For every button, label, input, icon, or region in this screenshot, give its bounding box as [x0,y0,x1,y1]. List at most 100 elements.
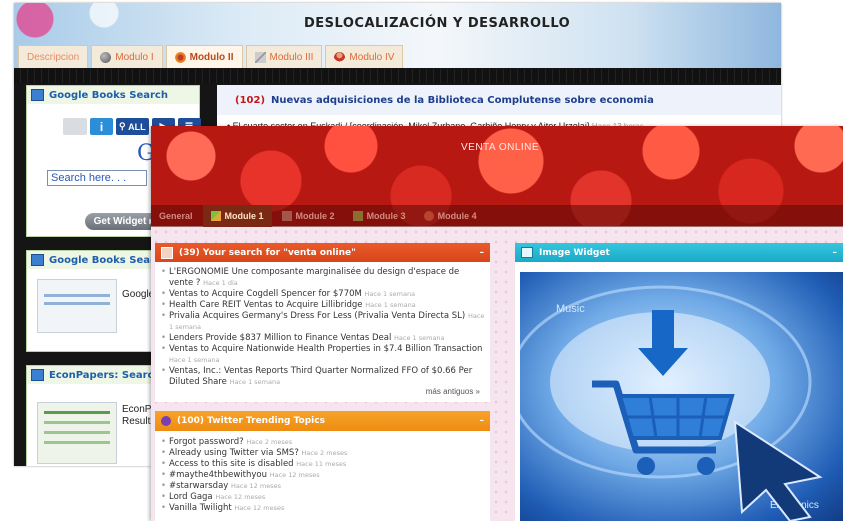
item-age: Hace 12 meses [269,471,320,479]
item-text: Lenders Provide $837 Million to Finance … [169,333,392,343]
back-tab-modulo-3[interactable]: Modulo III [245,45,323,68]
back-tab-bar: Descripcion Modulo I Modulo II Modulo II… [18,45,404,69]
item-age: Hace 1 semana [394,334,445,342]
older-items-link[interactable]: más antiguos » [426,387,480,396]
person-icon [334,51,346,63]
item-age: Hace 1 semana [364,290,416,298]
document-icon [161,246,173,259]
item-text: Access to this site is disabled [169,459,294,469]
front-tab-module-3[interactable]: Module 3 [345,205,414,227]
get-widget-label: Get Widget [93,216,147,227]
back-tab-modulo-1[interactable]: Modulo I [91,45,163,68]
item-text: #starwarsday [169,481,229,491]
search-all-button[interactable]: ⚲ ALL [116,118,149,135]
search-all-label: ALL [128,121,146,132]
item-text: Health Care REIT Ventas to Acquire Lilli… [169,300,363,310]
image-icon [521,247,533,258]
front-tab-module-4[interactable]: Module 4 [416,205,485,227]
news-count: (102) [235,94,266,106]
toolbar-blank-button[interactable] [63,118,87,135]
list-item[interactable]: Health Care REIT Ventas to Acquire Lilli… [161,300,486,311]
minimize-icon[interactable]: – [833,248,838,258]
search-results-list: L'ERGONOMIE Une composante marginalisée … [161,267,486,388]
item-text: Ventas, Inc.: Ventas Reports Third Quart… [169,366,473,387]
list-item[interactable]: Already using Twitter via SMS? Hace 2 me… [161,448,347,459]
widget-header: Image Widget – [515,243,843,262]
back-tab-modulo-4[interactable]: Modulo IV [325,45,404,68]
list-item[interactable]: Vanilla Twilight Hace 12 meses [161,503,347,514]
twitter-trending-widget: (100) Twitter Trending Topics – Forgot p… [155,411,490,521]
list-item[interactable]: Ventas to Acquire Nationwide Health Prop… [161,344,486,366]
widget-header: (100) Twitter Trending Topics – [155,411,490,431]
item-age: Hace 11 meses [296,460,347,468]
front-window: VENTA ONLINE General Module 1 Module 2 M… [151,126,843,521]
list-item[interactable]: Ventas to Acquire Cogdell Spencer for $7… [161,289,486,300]
atom-icon [174,51,186,63]
hourglass-icon [254,51,266,63]
item-age: Hace 2 meses [246,438,293,446]
list-item[interactable]: Lenders Provide $837 Million to Finance … [161,333,486,344]
list-item[interactable]: Access to this site is disabled Hace 11 … [161,459,347,470]
grid-icon [281,211,292,221]
minimize-icon[interactable]: – [480,416,485,426]
trending-topics-list: Forgot password? Hace 2 meses Already us… [161,437,347,514]
widget-title: Google Books Search [49,89,168,101]
item-age: Hace 1 día [203,279,238,287]
back-page-title: DESLOCALIZACIÓN Y DESARROLLO [304,16,571,31]
list-item[interactable]: L'ERGONOMIE Une composante marginalisée … [161,267,486,289]
front-tab-module-1[interactable]: Module 1 [202,205,272,227]
list-item[interactable]: Forgot password? Hace 2 meses [161,437,347,448]
search-results-widget: (39) Your search for "venta online" – L'… [155,243,490,402]
back-tab-label: Modulo III [269,51,314,63]
list-item[interactable]: Ventas, Inc.: Ventas Reports Third Quart… [161,366,486,388]
box-icon [352,211,363,221]
widget-icon [31,254,44,266]
item-age: Hace 12 meses [234,504,285,512]
widget-title: (39) Your search for "venta online" [179,247,356,258]
item-text: Ventas to Acquire Cogdell Spencer for $7… [169,289,362,299]
item-age: Hace 2 meses [301,449,348,457]
widget-title: Image Widget [539,247,610,258]
front-tab-label: General [159,211,193,221]
item-age: Hace 12 meses [215,493,266,501]
front-tab-label: Module 1 [224,211,264,221]
flower-icon [423,211,434,221]
item-text: #maythe4thbewithyou [169,470,267,480]
widget-icon [31,89,44,101]
back-divider-strip [14,69,781,83]
item-age: Hace 1 semana [229,378,281,386]
globe-icon [100,51,112,63]
front-page-title: VENTA ONLINE [461,142,540,153]
news-feed-title: Nuevas adquisiciones de la Biblioteca Co… [271,94,654,106]
shopping-cart-illustration: Music Electronics [520,285,823,521]
item-text: Forgot password? [169,437,244,447]
thumbnail-image [37,279,117,333]
thumbnail-image [37,402,117,464]
news-feed-header: (102) Nuevas adquisiciones de la Bibliot… [217,85,781,115]
front-tab-general[interactable]: General [151,205,201,227]
back-tab-descripcion[interactable]: Descripcion [18,45,89,68]
list-item[interactable]: #starwarsday Hace 12 meses [161,481,347,492]
item-text: Ventas to Acquire Nationwide Health Prop… [169,344,483,354]
back-tab-label: Descripcion [27,51,80,63]
item-text: Already using Twitter via SMS? [169,448,299,458]
list-item[interactable]: #maythe4thbewithyou Hace 12 meses [161,470,347,481]
back-tab-modulo-2[interactable]: Modulo II [165,45,243,68]
item-age: Hace 1 semana [169,356,220,364]
item-text: Privalia Acquires Germany's Dress For Le… [169,311,466,321]
front-tab-module-2[interactable]: Module 2 [274,205,343,227]
widget-title: (100) Twitter Trending Topics [177,416,325,426]
list-item[interactable]: Lord Gaga Hace 12 meses [161,492,347,503]
pencil-icon [210,211,221,221]
item-age: Hace 12 meses [231,482,281,490]
shopping-cart-image: Music Electronics [520,272,843,521]
info-icon[interactable]: i [90,118,113,135]
minimize-icon[interactable]: – [480,248,485,258]
front-tab-label: Module 4 [437,211,477,221]
front-tab-label: Module 2 [295,211,335,221]
list-item[interactable]: Privalia Acquires Germany's Dress For Le… [161,311,486,333]
widget-header: (39) Your search for "venta online" – [155,243,490,262]
image-widget: Image Widget – Music Electronics [515,243,843,521]
google-books-search-input[interactable] [47,170,147,186]
image-text-music: Music [556,303,585,315]
